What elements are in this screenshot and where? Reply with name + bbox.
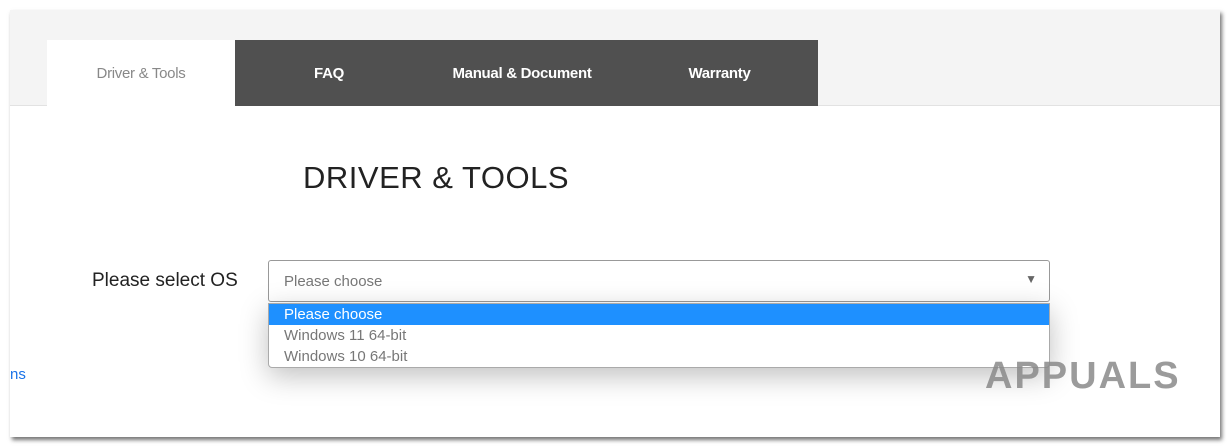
partial-link[interactable]: ns	[10, 366, 26, 383]
tab-bar: Driver & Tools FAQ Manual & Document War…	[47, 40, 818, 107]
os-option[interactable]: Windows 11 64-bit	[269, 325, 1049, 346]
os-option[interactable]: Please choose	[269, 304, 1049, 325]
os-option[interactable]: Windows 10 64-bit	[269, 346, 1049, 367]
os-dropdown-list: Please choose Windows 11 64-bit Windows …	[268, 303, 1050, 368]
page-title: DRIVER & TOOLS	[303, 160, 569, 195]
tab-faq[interactable]: FAQ	[235, 40, 423, 106]
tab-driver-tools[interactable]: Driver & Tools	[47, 40, 235, 107]
tab-warranty[interactable]: Warranty	[621, 40, 818, 106]
chevron-down-icon: ▼	[1025, 272, 1037, 286]
os-select[interactable]: Please choose ▼	[268, 260, 1050, 302]
os-select-value: Please choose	[284, 272, 383, 290]
tab-manual-document[interactable]: Manual & Document	[423, 40, 621, 106]
os-select-label: Please select OS	[92, 270, 238, 291]
page-frame: Driver & Tools FAQ Manual & Document War…	[10, 10, 1220, 437]
watermark-logo: APPUALS	[985, 355, 1181, 397]
